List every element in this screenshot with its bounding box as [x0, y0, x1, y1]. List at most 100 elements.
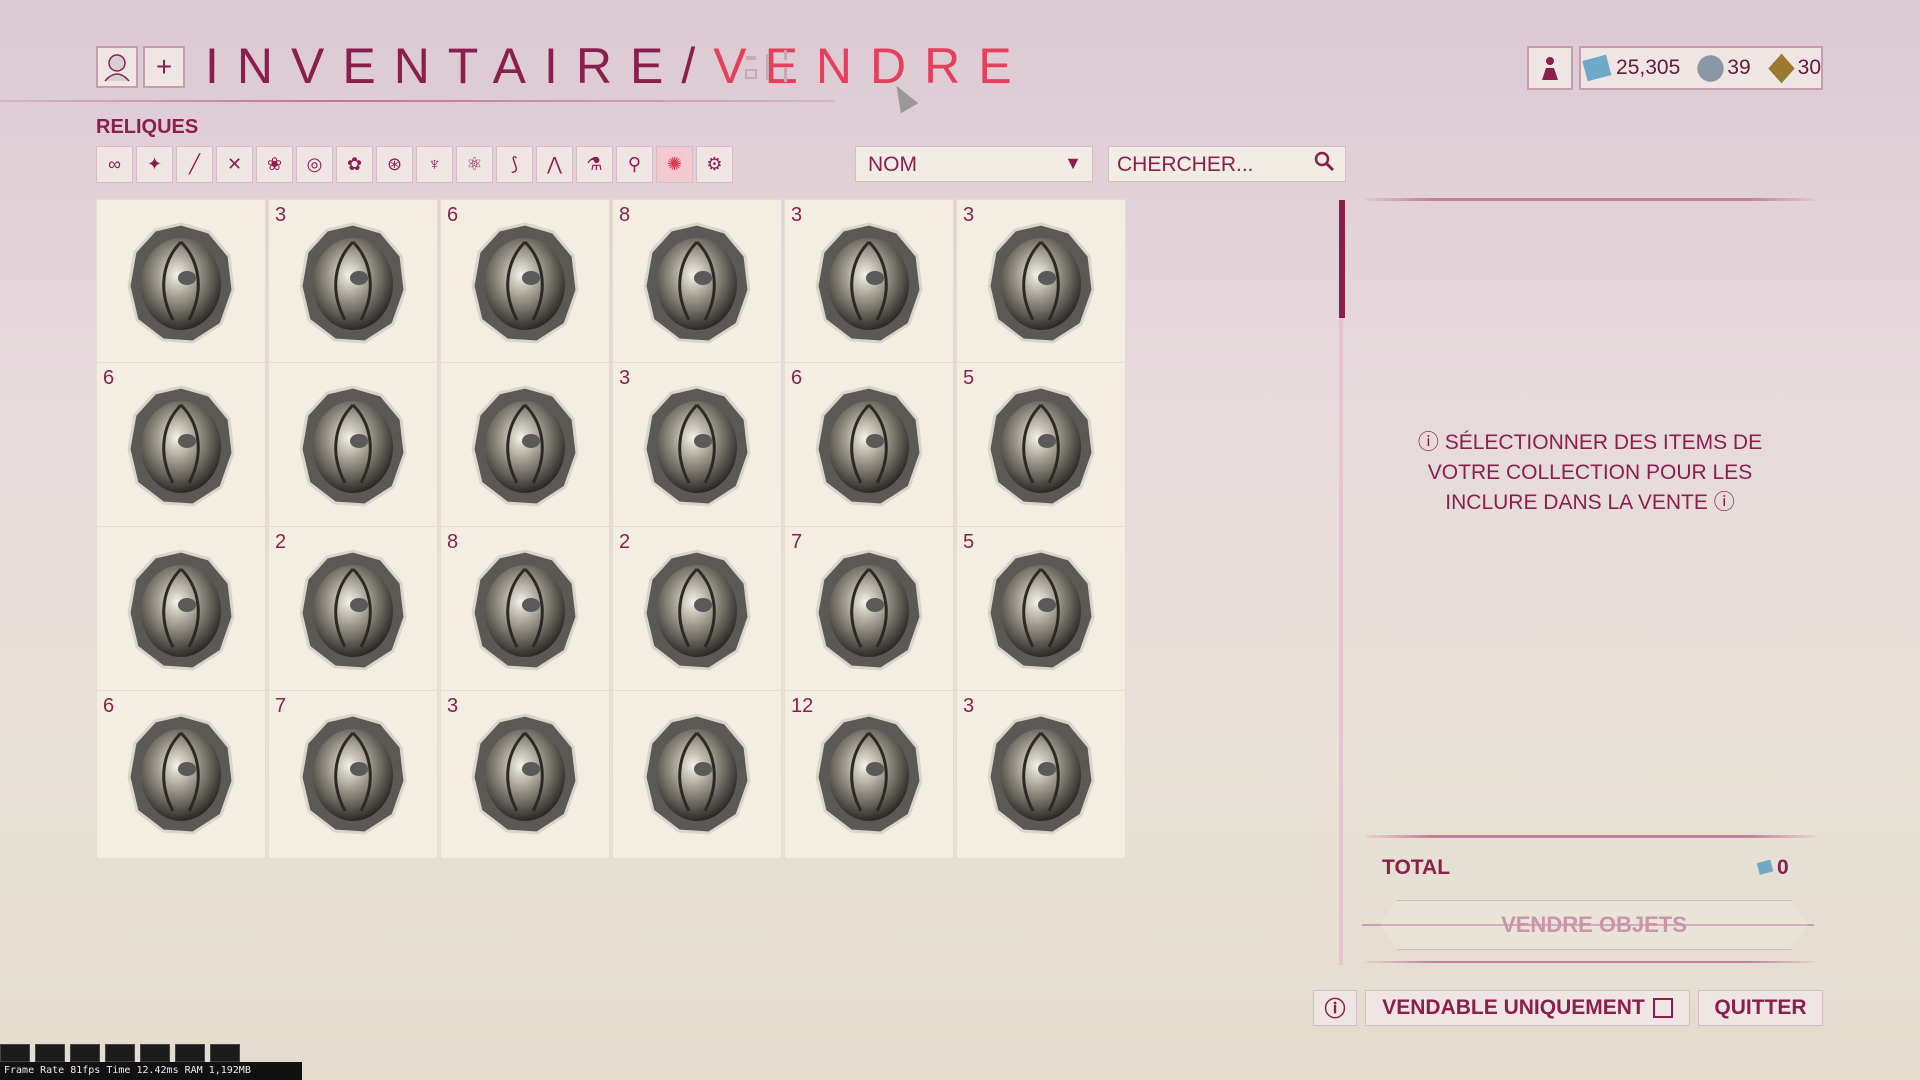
- filter-primary-weapon[interactable]: ╱: [176, 146, 213, 183]
- relic-card[interactable]: 8: [441, 527, 609, 694]
- relic-card[interactable]: 6: [97, 363, 265, 530]
- relic-count: 3: [963, 695, 975, 717]
- endo-value: 39: [1727, 56, 1751, 79]
- relic-icon: [123, 711, 239, 837]
- relic-icon: [467, 711, 583, 837]
- relic-card[interactable]: 6: [97, 691, 265, 858]
- relic-card[interactable]: [441, 363, 609, 530]
- relic-count: 3: [447, 695, 459, 717]
- relic-count: 6: [103, 367, 115, 389]
- relic-count: 6: [791, 367, 803, 389]
- relic-card[interactable]: [97, 527, 265, 694]
- info-icon: ⓘ: [1713, 491, 1735, 514]
- debug-icon[interactable]: [210, 1044, 240, 1062]
- relic-card[interactable]: 3: [785, 200, 953, 367]
- sellable-only-checkbox[interactable]: [1652, 998, 1673, 1018]
- filter-relic[interactable]: ✺: [656, 146, 693, 183]
- credits-value: 25,305: [1616, 56, 1681, 79]
- relic-card[interactable]: [269, 363, 437, 530]
- panel-divider-bottom: [1365, 961, 1815, 963]
- debug-icon[interactable]: [175, 1044, 205, 1062]
- relic-icon: [983, 547, 1099, 673]
- debug-icon[interactable]: [105, 1044, 135, 1062]
- relic-count: 7: [791, 531, 803, 553]
- debug-icon[interactable]: [0, 1044, 30, 1062]
- profile-avatar-button[interactable]: [96, 46, 138, 88]
- filter-fish[interactable]: ⟆: [496, 146, 533, 183]
- debug-icon[interactable]: [140, 1044, 170, 1062]
- relic-card[interactable]: 8: [613, 200, 781, 367]
- filter-mod[interactable]: ♆: [416, 146, 453, 183]
- panel-divider-total: [1365, 835, 1815, 838]
- primary-weapon-icon: ╱: [189, 154, 200, 174]
- sort-dropdown[interactable]: NOM ▼: [855, 146, 1093, 182]
- person-icon: [1542, 57, 1558, 80]
- relic-card[interactable]: 12: [785, 691, 953, 858]
- relic-card[interactable]: 3: [441, 691, 609, 858]
- relic-card[interactable]: 2: [269, 527, 437, 694]
- relic-card[interactable]: 3: [957, 200, 1125, 367]
- relic-card[interactable]: 6: [441, 200, 609, 367]
- search-input[interactable]: CHERCHER...: [1108, 146, 1346, 182]
- relic-count: 5: [963, 531, 975, 553]
- filter-companion[interactable]: ◎: [296, 146, 333, 183]
- header-divider: [0, 100, 835, 102]
- filter-misc[interactable]: ⚙: [696, 146, 733, 183]
- relic-icon: [811, 711, 927, 837]
- relic-card[interactable]: 6: [785, 363, 953, 530]
- relic-card[interactable]: [97, 200, 265, 367]
- relic-card[interactable]: 7: [785, 527, 953, 694]
- relic-icon: [811, 220, 927, 346]
- debug-icon[interactable]: [35, 1044, 65, 1062]
- info-icon: ⓘ: [1417, 431, 1439, 454]
- relic-icon: [467, 547, 583, 673]
- filter-key[interactable]: ⚲: [616, 146, 653, 183]
- relic-card[interactable]: 5: [957, 363, 1125, 530]
- relic-card[interactable]: 7: [269, 691, 437, 858]
- debug-icon[interactable]: [70, 1044, 100, 1062]
- relic-card[interactable]: [613, 691, 781, 858]
- relic-icon: [295, 383, 411, 509]
- relic-count: 3: [963, 204, 975, 226]
- quit-button[interactable]: QUITTER: [1698, 990, 1823, 1026]
- filter-sentinel[interactable]: ✿: [336, 146, 373, 183]
- filter-arcane[interactable]: ⚗: [576, 146, 613, 183]
- relic-count: 12: [791, 695, 814, 717]
- relic-card[interactable]: 3: [957, 691, 1125, 858]
- total-value: 0: [1755, 856, 1789, 880]
- sellable-only-toggle[interactable]: VENDABLE UNIQUEMENT: [1365, 990, 1690, 1026]
- hint-line-1: SÉLECTIONNER DES ITEMS DE: [1444, 431, 1763, 454]
- relic-card[interactable]: 2: [613, 527, 781, 694]
- relic-card[interactable]: 3: [269, 200, 437, 367]
- relic-icon: [983, 220, 1099, 346]
- add-button[interactable]: +: [143, 46, 185, 88]
- filter-resource[interactable]: ⚛: [456, 146, 493, 183]
- relic-card[interactable]: 5: [957, 527, 1125, 694]
- profile-menu-button[interactable]: [1527, 46, 1573, 90]
- filter-warframe[interactable]: ✦: [136, 146, 173, 183]
- filter-gear[interactable]: ⋀: [536, 146, 573, 183]
- filter-melee[interactable]: ❀: [256, 146, 293, 183]
- debug-stats: Frame Rate 81fps Time 12.42ms RAM 1,192M…: [0, 1062, 302, 1080]
- companion-icon: ◎: [306, 154, 323, 174]
- title-inventory: INVENTAIRE/: [205, 38, 714, 94]
- relic-icon: [123, 220, 239, 346]
- endo-icon: [1697, 54, 1724, 82]
- relic-icon: [295, 547, 411, 673]
- sell-items-button[interactable]: VENDRE OBJETS: [1380, 900, 1808, 950]
- credits-icon: [1582, 55, 1612, 82]
- info-button[interactable]: ⓘ: [1313, 990, 1357, 1026]
- relic-icon: [123, 383, 239, 509]
- sort-value: NOM: [868, 153, 917, 176]
- scrollbar-thumb[interactable]: [1339, 200, 1345, 318]
- filter-infinity[interactable]: ∞: [96, 146, 133, 183]
- relic-icon: ✺: [666, 154, 683, 174]
- title-ornament-icon: [744, 48, 796, 86]
- currency-bar: 25,305 39 30: [1579, 46, 1823, 90]
- filter-secondary-weapon[interactable]: ✕: [216, 146, 253, 183]
- debug-toolbar: [0, 1044, 240, 1062]
- fish-icon: ⟆: [510, 154, 519, 174]
- filter-archwing[interactable]: ⊛: [376, 146, 413, 183]
- sentinel-icon: ✿: [346, 154, 363, 174]
- relic-card[interactable]: 3: [613, 363, 781, 530]
